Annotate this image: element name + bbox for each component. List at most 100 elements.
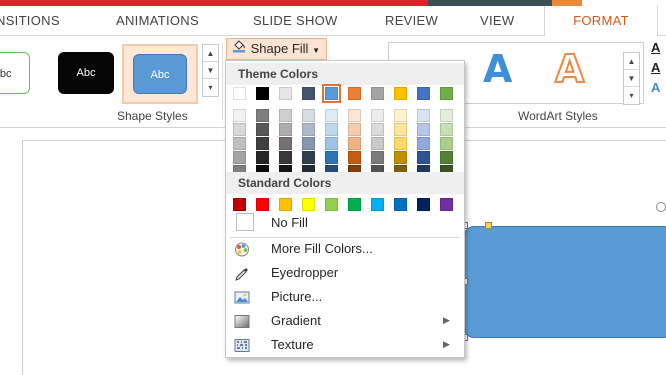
picture-icon [234,289,250,304]
standard-color-swatch[interactable] [256,198,269,211]
theme-color-swatch[interactable] [279,137,292,150]
tab-view[interactable]: VIEW [480,6,514,36]
theme-color-swatch[interactable] [371,151,384,164]
theme-color-swatch[interactable] [440,123,453,136]
theme-color-swatch[interactable] [256,137,269,150]
palette-icon [234,241,250,257]
theme-color-swatch[interactable] [394,137,407,150]
theme-color-swatch[interactable] [440,109,453,122]
theme-color-swatch[interactable] [371,123,384,136]
more-fill-colors-item[interactable]: More Fill Colors... [226,237,464,260]
shape-fill-button[interactable]: Shape Fill ▼ [226,38,327,60]
scroll-down-icon[interactable]: ▼ [624,70,639,87]
standard-color-swatch[interactable] [279,198,292,211]
theme-color-swatch-selected[interactable] [322,84,341,103]
theme-color-swatch[interactable] [302,109,315,122]
paint-bucket-icon [231,39,247,59]
theme-color-swatch[interactable] [417,109,430,122]
theme-color-swatch[interactable] [348,151,361,164]
gradient-item[interactable]: Gradient ▶ [226,309,464,332]
tab-animations[interactable]: ANIMATIONS [116,6,199,36]
theme-color-swatch[interactable] [233,109,246,122]
adjust-handle[interactable] [485,222,492,229]
standard-color-swatch[interactable] [417,198,430,211]
picture-label: Picture... [271,289,323,304]
theme-color-swatch[interactable] [394,123,407,136]
shape-style-black[interactable]: Abc [58,52,114,94]
theme-color-swatch[interactable] [233,151,246,164]
scroll-up-icon[interactable]: ▲ [203,45,218,62]
theme-color-swatch[interactable] [302,151,315,164]
theme-color-swatch[interactable] [256,109,269,122]
scroll-down-icon[interactable]: ▼ [203,62,218,79]
theme-color-swatch[interactable] [233,137,246,150]
theme-color-swatch[interactable] [394,151,407,164]
standard-color-swatch[interactable] [394,198,407,211]
rotate-handle[interactable] [656,202,666,212]
theme-color-swatch[interactable] [279,109,292,122]
shape-style-green-outline[interactable]: Abc [0,52,30,94]
tab-transitions[interactable]: NSITIONS [0,6,60,36]
theme-color-swatch[interactable] [302,87,315,100]
theme-color-swatch[interactable] [256,87,269,100]
no-fill-swatch [236,213,254,231]
texture-item[interactable]: Texture ▶ [226,333,464,356]
standard-color-swatch[interactable] [371,198,384,211]
theme-color-swatch[interactable] [279,151,292,164]
no-fill-label: No Fill [271,215,308,230]
theme-color-swatch[interactable] [256,123,269,136]
tab-format[interactable]: FORMAT [544,6,658,37]
standard-color-swatch[interactable] [440,198,453,211]
theme-color-swatch[interactable] [279,123,292,136]
wordart-style-blue[interactable]: A [483,47,512,91]
theme-color-swatch[interactable] [302,137,315,150]
selected-rounded-rectangle[interactable] [464,226,666,338]
theme-color-swatch[interactable] [325,137,338,150]
theme-color-swatch[interactable] [394,109,407,122]
eyedropper-item[interactable]: Eyedropper [226,261,464,284]
more-styles-icon[interactable]: ▾ [203,79,218,96]
theme-color-swatch[interactable] [417,137,430,150]
text-fill-outline-effects: A A A [651,40,666,100]
theme-color-swatch[interactable] [417,87,430,100]
theme-color-swatch[interactable] [417,123,430,136]
more-fill-colors-label: More Fill Colors... [271,241,373,256]
more-styles-icon[interactable]: ▾ [624,87,639,104]
theme-color-swatch[interactable] [348,123,361,136]
text-effects-icon[interactable]: A [651,80,666,100]
text-outline-icon[interactable]: A [651,60,666,80]
theme-color-swatch[interactable] [325,151,338,164]
theme-color-swatch[interactable] [302,123,315,136]
theme-color-swatch[interactable] [256,151,269,164]
theme-color-swatch[interactable] [325,109,338,122]
theme-color-swatch[interactable] [348,109,361,122]
theme-color-swatch[interactable] [371,109,384,122]
theme-color-swatch[interactable] [279,87,292,100]
tab-slide-show[interactable]: SLIDE SHOW [253,6,338,36]
theme-color-swatch[interactable] [348,87,361,100]
theme-color-swatch[interactable] [371,87,384,100]
theme-color-swatch[interactable] [325,123,338,136]
standard-color-swatch[interactable] [325,198,338,211]
picture-item[interactable]: Picture... [226,285,464,308]
theme-color-swatch[interactable] [348,137,361,150]
ribbon-tab-bar: NSITIONS ANIMATIONS SLIDE SHOW REVIEW VI… [0,6,666,37]
wordart-scroller: ▲ ▼ ▾ [623,52,640,105]
theme-color-swatch[interactable] [440,137,453,150]
theme-color-swatch[interactable] [233,123,246,136]
theme-color-swatch[interactable] [440,151,453,164]
scroll-up-icon[interactable]: ▲ [624,53,639,70]
standard-color-swatch[interactable] [302,198,315,211]
theme-color-swatch[interactable] [371,137,384,150]
shape-style-blue[interactable]: Abc [133,54,187,94]
no-fill-item[interactable]: No Fill [226,211,464,234]
standard-color-swatch[interactable] [233,198,246,211]
theme-color-swatch[interactable] [394,87,407,100]
standard-color-swatch[interactable] [348,198,361,211]
wordart-style-orange-outline[interactable]: A [554,46,585,92]
tab-review[interactable]: REVIEW [385,6,438,36]
text-fill-icon[interactable]: A [651,40,666,60]
theme-color-swatch[interactable] [233,87,246,100]
theme-color-swatch[interactable] [417,151,430,164]
theme-color-swatch[interactable] [440,87,453,100]
